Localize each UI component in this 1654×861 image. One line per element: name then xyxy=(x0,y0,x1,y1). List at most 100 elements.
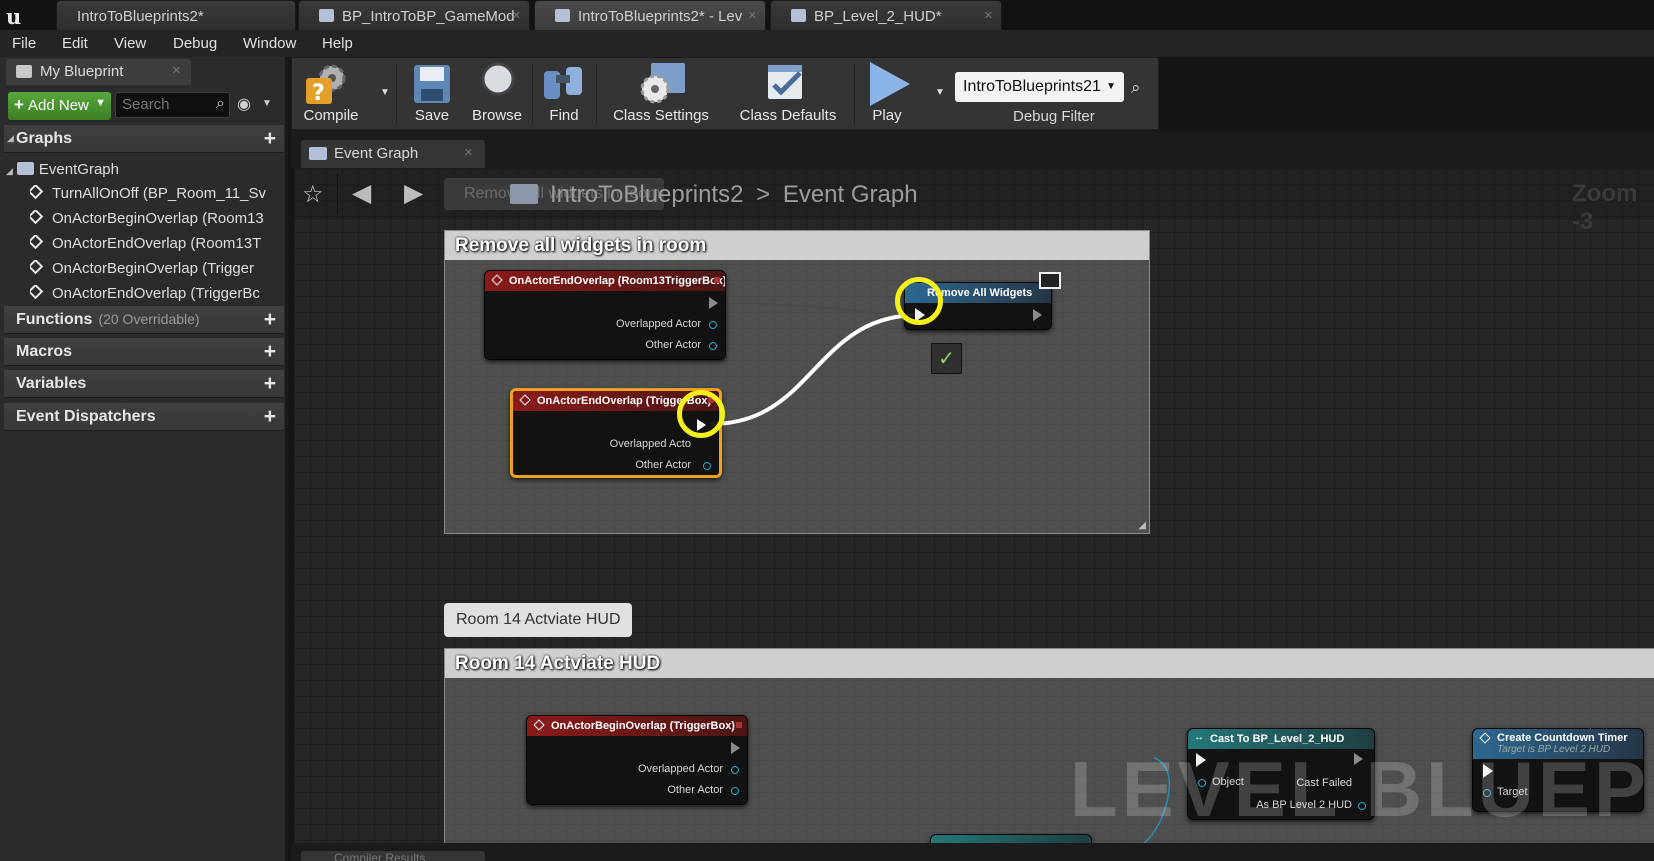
debug-search-icon[interactable]: ⌕ xyxy=(1131,78,1141,98)
event-label: TurnAllOnOff (BP_Room_11_Sv xyxy=(52,185,266,202)
event-graph-tab[interactable]: Event Graph ✕ xyxy=(301,140,485,168)
my-blueprint-tab[interactable]: My Blueprint ✕ xyxy=(6,59,191,85)
section-event-dispatchers[interactable]: Event Dispatchers + xyxy=(4,403,284,431)
event-graph-label: EventGraph xyxy=(38,161,119,178)
node-title: OnActorEndOverlap (Room13TriggerBox) xyxy=(509,275,725,287)
functions-overridable-count: (20 Overridable) xyxy=(98,311,200,327)
pin-label: Other Actor xyxy=(645,339,701,351)
monitor-icon xyxy=(1039,272,1061,289)
node-title: Create Countdown Timer xyxy=(1497,732,1628,744)
close-icon[interactable]: ✕ xyxy=(464,146,473,159)
add-macro-button[interactable]: + xyxy=(264,340,276,364)
data-pin[interactable] xyxy=(703,462,711,470)
class-settings-button[interactable]: Class Settings xyxy=(600,58,722,130)
tree-item-event[interactable]: OnActorBeginOverlap (Room13 xyxy=(30,210,274,227)
menu-edit[interactable]: Edit xyxy=(62,35,88,52)
toolbar-separator xyxy=(396,64,397,124)
event-node-begin-overlap-triggerbox[interactable]: OnActorBeginOverlap (TriggerBox) Overlap… xyxy=(526,715,748,805)
pin-label: Other Actor xyxy=(667,784,723,796)
menu-bar: File Edit View Debug Window Help xyxy=(0,30,1654,57)
menu-debug[interactable]: Debug xyxy=(173,35,217,52)
menu-help[interactable]: Help xyxy=(322,35,353,52)
menu-file[interactable]: File xyxy=(12,35,36,52)
data-pin[interactable] xyxy=(731,766,739,774)
exec-out-pin[interactable] xyxy=(709,297,718,309)
data-pin[interactable] xyxy=(709,342,717,350)
section-variables[interactable]: Variables + xyxy=(4,370,284,398)
search-placeholder: Search xyxy=(122,96,170,113)
tree-item-event[interactable]: TurnAllOnOff (BP_Room_11_Sv xyxy=(30,185,274,202)
toolbar-separator xyxy=(596,64,597,124)
comment-bubble[interactable]: Room 14 Actviate HUD xyxy=(444,603,632,637)
add-new-button[interactable]: + Add New ▼ xyxy=(8,92,111,120)
play-button[interactable]: Play xyxy=(858,58,916,130)
compile-button[interactable]: ? Compile xyxy=(292,58,370,130)
section-graphs[interactable]: ◢ Graphs + xyxy=(4,125,284,153)
graph-tab-strip xyxy=(291,130,1654,168)
toolbar-separator xyxy=(532,64,533,124)
compile-gear-icon: ? xyxy=(306,64,346,106)
doc-tab-level-editor[interactable]: IntroToBlueprints2* - Lev ✕ xyxy=(534,0,766,30)
search-input[interactable]: Search ⌕ xyxy=(115,92,230,118)
exec-out-pin[interactable] xyxy=(731,742,740,754)
blueprint-icon xyxy=(319,9,334,22)
tree-item-eventgraph[interactable]: ◢ EventGraph xyxy=(6,161,276,178)
event-diamond-icon xyxy=(30,210,44,225)
play-icon xyxy=(870,62,910,106)
class-defaults-button[interactable]: Class Defaults xyxy=(724,58,852,130)
exec-out-pin[interactable] xyxy=(1033,309,1042,321)
compile-options-chevron-icon[interactable]: ▼ xyxy=(380,87,390,98)
doc-tab-gamemode[interactable]: BP_IntroToBP_GameMod ✕ xyxy=(298,0,530,30)
my-blueprint-panel: My Blueprint ✕ + Add New ▼ Search ⌕ ◉ ▼ … xyxy=(0,57,288,861)
menu-window[interactable]: Window xyxy=(243,35,296,52)
add-variable-button[interactable]: + xyxy=(264,372,276,396)
node-header: OnActorBeginOverlap (TriggerBox) xyxy=(527,716,747,736)
cast-arrows-icon: ↔ xyxy=(1194,732,1204,743)
browse-button[interactable]: Browse xyxy=(464,58,530,130)
close-icon[interactable]: ✕ xyxy=(748,9,757,22)
svg-text:?: ? xyxy=(312,81,325,106)
chevron-down-icon: ▼ xyxy=(95,97,106,109)
browse-magnifier-icon xyxy=(475,62,515,103)
toolbar-separator xyxy=(854,64,855,124)
section-macros[interactable]: Macros + xyxy=(4,338,284,366)
event-diamond-icon xyxy=(533,719,545,731)
node-title: OnActorBeginOverlap (TriggerBox) xyxy=(551,720,735,732)
section-dispatchers-label: Event Dispatchers xyxy=(16,408,156,425)
tree-item-event[interactable]: OnActorBeginOverlap (Trigger xyxy=(30,260,274,277)
tree-item-event[interactable]: OnActorEndOverlap (TriggerBc xyxy=(30,285,274,302)
exec-wire xyxy=(710,313,920,426)
data-pin[interactable] xyxy=(709,321,717,329)
add-graph-button[interactable]: + xyxy=(264,127,276,151)
blueprint-icon xyxy=(555,9,570,22)
graph-canvas[interactable]: ☆ ◀ ▶ Remove all widgets in room IntroTo… xyxy=(294,168,1654,843)
find-label: Find xyxy=(549,107,579,124)
debug-filter-select[interactable]: IntroToBlueprints21 ▼ xyxy=(955,72,1124,102)
section-functions-label: Functions xyxy=(16,311,93,328)
close-icon[interactable]: ✕ xyxy=(172,64,181,77)
close-icon[interactable]: ✕ xyxy=(984,9,993,22)
event-node-end-overlap-room13[interactable]: OnActorEndOverlap (Room13TriggerBox) Ove… xyxy=(484,270,726,360)
add-function-button[interactable]: + xyxy=(264,308,276,332)
add-dispatcher-button[interactable]: + xyxy=(264,405,276,429)
title-bar: u IntroToBlueprints2* BP_IntroToBP_GameM… xyxy=(0,0,1654,30)
find-button[interactable]: Find xyxy=(534,58,594,130)
eye-icon[interactable]: ◉ xyxy=(237,94,251,114)
doc-tab-level-blueprint[interactable]: IntroToBlueprints2* xyxy=(56,0,296,30)
section-functions[interactable]: Functions (20 Overridable) + xyxy=(4,306,284,334)
tree-item-event[interactable]: OnActorEndOverlap (Room13T xyxy=(30,235,274,252)
save-button[interactable]: Save xyxy=(400,58,464,130)
close-icon[interactable]: ✕ xyxy=(512,9,521,22)
compiler-results-tab[interactable]: Compiler Results xyxy=(301,851,485,861)
data-pin[interactable] xyxy=(731,787,739,795)
partial-node[interactable] xyxy=(930,834,1092,843)
menu-view[interactable]: View xyxy=(114,35,146,52)
event-graph-tab-label: Event Graph xyxy=(334,145,419,162)
doc-tab-hud[interactable]: BP_Level_2_HUD* ✕ xyxy=(770,0,1002,30)
pin-label: Overlapped Actor xyxy=(616,318,701,330)
play-label: Play xyxy=(872,107,902,124)
play-options-chevron-icon[interactable]: ▼ xyxy=(935,87,945,98)
chevron-down-icon[interactable]: ▼ xyxy=(262,98,272,109)
node-flag-icon xyxy=(736,722,742,728)
collapse-arrow-icon: ◢ xyxy=(6,166,13,176)
